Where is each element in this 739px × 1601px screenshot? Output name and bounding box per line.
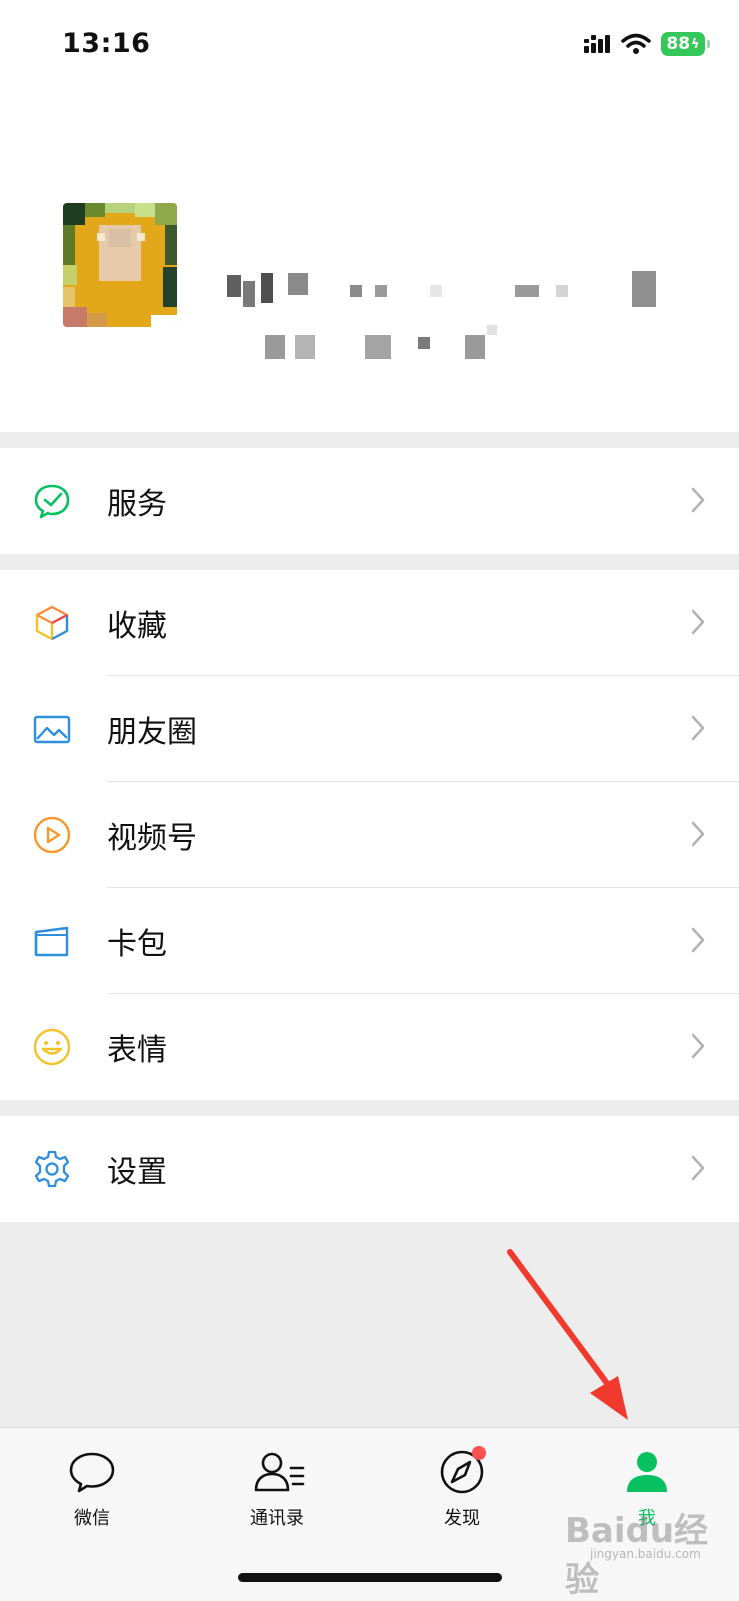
tab-discover[interactable]: 发现: [392, 1428, 532, 1538]
person-icon: [627, 1452, 667, 1492]
tab-chats[interactable]: 微信: [22, 1428, 162, 1538]
notification-dot: [472, 1446, 486, 1460]
contacts-icon: [254, 1452, 305, 1492]
home-indicator[interactable]: [238, 1573, 502, 1582]
tab-contacts-label: 通讯录: [250, 1508, 304, 1529]
tab-chats-label: 微信: [74, 1508, 110, 1529]
chat-bubble-icon: [69, 1452, 115, 1493]
baidu-watermark-url: jingyan.baidu.com: [590, 1547, 701, 1561]
tab-contacts[interactable]: 通讯录: [207, 1428, 347, 1538]
red-arrow-annotation: [507, 1249, 628, 1420]
tab-discover-label: 发现: [444, 1508, 480, 1529]
